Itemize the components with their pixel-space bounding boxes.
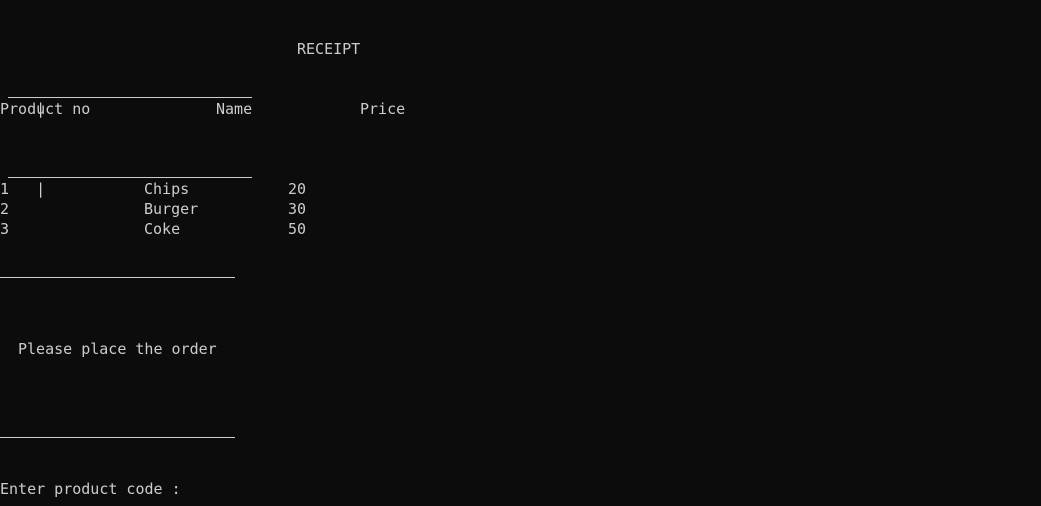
table-separator-top: | (0, 79, 45, 118)
row-product-no: 1 (0, 180, 10, 198)
divider-after-table (0, 277, 235, 278)
header-product-no: Product no (0, 100, 91, 118)
row-name: Burger (144, 200, 199, 218)
separator-line-mid (8, 177, 252, 178)
row-price: 50 (288, 220, 307, 238)
row-name: Chips (144, 180, 190, 198)
header-name: Name (216, 100, 253, 118)
row-price: 20 (288, 180, 307, 198)
product-code-input[interactable] (189, 479, 198, 499)
order-message: Please place the order (18, 340, 217, 358)
console-window[interactable]: RECEIPT | Product no Name Price | 1 Chip… (0, 0, 1041, 506)
row-price: 30 (288, 200, 307, 218)
row-name: Coke (144, 220, 181, 238)
header-price: Price (360, 100, 406, 118)
row-product-no: 2 (0, 200, 10, 218)
separator-line-top (8, 97, 252, 98)
product-code-prompt: Enter product code : (0, 480, 181, 498)
table-separator-mid: | (0, 159, 45, 198)
separator-pipe: | (36, 180, 46, 198)
row-product-no: 3 (0, 220, 10, 238)
divider-after-message (0, 437, 235, 438)
receipt-title: RECEIPT (297, 40, 361, 58)
